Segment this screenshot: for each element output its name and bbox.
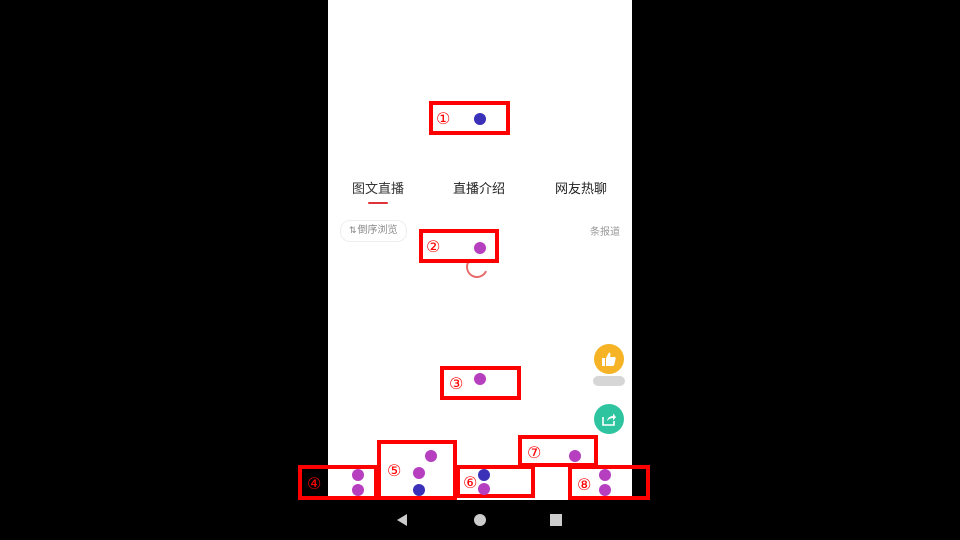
- annotation-box-7: ⑦: [518, 435, 598, 467]
- annotation-label-7: ⑦: [527, 443, 542, 462]
- annotation-box-3: ③: [440, 366, 521, 400]
- annotation-dot: [474, 113, 486, 125]
- annotation-dot: [478, 483, 490, 495]
- tab-graphic-live[interactable]: 图文直播: [352, 178, 404, 197]
- annotation-dot: [413, 484, 425, 496]
- annotation-label-2: ②: [426, 237, 441, 256]
- annotation-box-2: ②: [419, 229, 499, 263]
- annotation-box-5: ⑤: [377, 440, 457, 500]
- annotation-label-4: ④: [307, 474, 322, 493]
- annotation-box-4: ④: [298, 465, 378, 500]
- like-button[interactable]: [594, 344, 624, 374]
- annotation-dot: [478, 469, 490, 481]
- annotation-box-6: ⑥: [456, 465, 535, 498]
- annotation-label-8: ⑧: [577, 475, 592, 494]
- annotation-dot: [474, 242, 486, 254]
- back-triangle-icon[interactable]: [396, 514, 408, 526]
- annotation-label-3: ③: [449, 374, 464, 393]
- sort-arrows-icon: ⇅: [349, 226, 357, 236]
- recents-square-icon[interactable]: [550, 514, 562, 526]
- share-button[interactable]: [594, 404, 624, 434]
- annotation-label-5: ⑤: [387, 461, 402, 480]
- annotation-dot: [599, 484, 611, 496]
- annotation-label-1: ①: [436, 109, 451, 128]
- sort-label: 倒序浏览: [357, 225, 398, 236]
- annotation-dot: [352, 469, 364, 481]
- annotation-dot: [569, 450, 581, 462]
- like-count-pill: [593, 376, 625, 386]
- annotation-label-6: ⑥: [463, 473, 478, 492]
- annotation-dot: [413, 467, 425, 479]
- annotation-dot: [425, 450, 437, 462]
- annotation-box-8: ⑧: [568, 465, 650, 500]
- system-navigation-bar: [328, 500, 632, 540]
- share-icon: [602, 413, 616, 426]
- tab-live-intro[interactable]: 直播介绍: [453, 178, 505, 197]
- sort-toggle-button[interactable]: ⇅倒序浏览: [340, 220, 407, 242]
- annotation-dot: [474, 373, 486, 385]
- annotation-dot: [599, 469, 611, 481]
- home-circle-icon[interactable]: [474, 514, 486, 526]
- tab-bar: 图文直播 直播介绍 网友热聊: [328, 174, 632, 206]
- annotation-dot: [352, 484, 364, 496]
- active-tab-indicator: [368, 202, 388, 204]
- report-count: 条报道: [590, 227, 620, 238]
- annotation-box-1: ①: [429, 101, 510, 135]
- tab-user-chat[interactable]: 网友热聊: [555, 178, 607, 197]
- thumbs-up-icon: [602, 352, 616, 366]
